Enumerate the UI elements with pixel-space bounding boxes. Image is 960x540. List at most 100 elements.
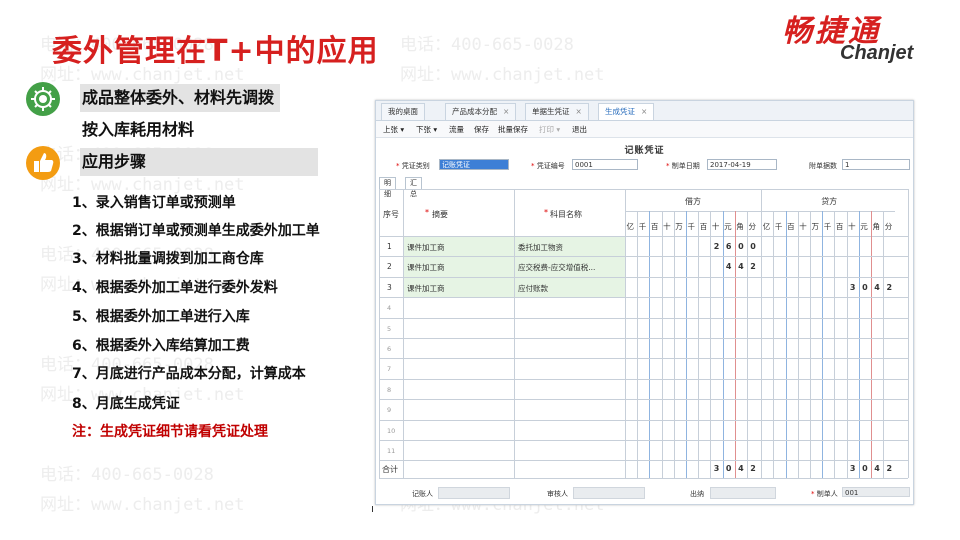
make-date-label: * 制单日期 xyxy=(666,162,700,170)
grid-line xyxy=(379,236,908,237)
debit-digit: 0 xyxy=(750,242,756,251)
close-icon[interactable]: × xyxy=(576,107,582,116)
digit-unit-label: 千 xyxy=(823,222,832,231)
step-item: 3、材料批量调拨到加工商仓库 xyxy=(72,251,264,267)
row-number: 7 xyxy=(387,365,392,374)
voucher-type-label: * 凭证类别 xyxy=(396,162,430,170)
chanjet-logo: 畅捷通 Chanjet xyxy=(782,6,942,66)
grid-line xyxy=(379,440,908,441)
close-icon[interactable]: × xyxy=(503,107,509,116)
digit-column-line xyxy=(822,211,824,479)
row-account[interactable]: 应交税费-应交增值税... xyxy=(518,262,595,273)
tab-doc-voucher[interactable]: 单据生凭证 × xyxy=(525,103,589,120)
save-button[interactable]: 保存 xyxy=(474,124,489,135)
voucher-type-select[interactable]: 记账凭证 xyxy=(439,159,509,170)
digit-column-line xyxy=(722,211,724,479)
flow-button[interactable]: 流量 xyxy=(449,124,464,135)
bookkeeper-field xyxy=(438,487,510,499)
row-summary[interactable]: 课件加工商 xyxy=(407,262,445,273)
close-icon[interactable]: × xyxy=(641,107,647,116)
watermark-text: 网址：www.chanjet.net xyxy=(40,495,245,515)
digit-unit-label: 万 xyxy=(675,222,683,231)
total-debit-digit: 4 xyxy=(738,464,744,474)
row-summary[interactable]: 课件加工商 xyxy=(407,283,445,294)
logo-en: Chanjet xyxy=(840,42,914,64)
row-account[interactable]: 应付账款 xyxy=(518,283,548,294)
digit-column-line xyxy=(785,211,787,479)
bullet-material: 按入库耗用材料 xyxy=(82,120,195,139)
text-cursor xyxy=(372,506,373,512)
watermark-text: 电话：400-665-0028 xyxy=(40,465,214,485)
grid-line xyxy=(625,189,626,479)
total-debit-digit: 3 xyxy=(713,464,720,474)
header-seq: 序号 xyxy=(383,210,399,219)
grid-line xyxy=(379,189,908,190)
grid-line xyxy=(379,460,908,462)
auditor-field xyxy=(573,487,645,499)
credit-digit: 4 xyxy=(874,282,880,292)
digit-column-line xyxy=(858,211,860,479)
digit-column-line xyxy=(637,211,639,479)
required-mark: * xyxy=(544,208,548,217)
batch-save-button[interactable]: 批量保存 xyxy=(498,124,528,135)
digit-unit-label: 亿 xyxy=(762,222,771,231)
row-number: 9 xyxy=(387,406,392,415)
bookkeeper-label: 记账人 xyxy=(412,490,433,498)
digit-column-line xyxy=(846,211,848,479)
digit-unit-label: 千 xyxy=(638,222,647,231)
digit-unit-label: 百 xyxy=(835,222,844,231)
digit-unit-label: 角 xyxy=(736,222,744,231)
step-item: 8、月底生成凭证 xyxy=(72,396,180,412)
digit-unit-label: 角 xyxy=(872,222,881,231)
digit-unit-label: 百 xyxy=(787,222,795,231)
digit-column-line xyxy=(773,211,775,479)
row-summary[interactable]: 课件加工商 xyxy=(407,242,445,253)
total-credit-digit: 0 xyxy=(862,464,868,474)
digit-unit-label: 十 xyxy=(799,222,807,231)
digit-unit-label: 千 xyxy=(774,222,783,231)
total-debit-digit: 2 xyxy=(750,464,756,474)
debit-digit: 6 xyxy=(725,242,732,251)
thumbs-up-icon xyxy=(26,146,60,180)
step-item: 6、根据委外入库结算加工费 xyxy=(72,338,250,354)
row-number: 2 xyxy=(387,262,392,272)
grid-line xyxy=(379,276,908,278)
digit-column-line xyxy=(710,211,712,479)
digit-column-line xyxy=(797,211,799,479)
tab-cost-allocation[interactable]: 产品成本分配 × xyxy=(445,103,517,120)
row-number: 5 xyxy=(387,324,392,333)
voucher-no-input[interactable]: 0001 xyxy=(572,159,638,170)
digit-column-line xyxy=(734,211,736,479)
tab-generate-voucher[interactable]: 生成凭证 × xyxy=(598,103,655,120)
step-item: 4、根据委外加工单进行委外发料 xyxy=(72,280,278,296)
digit-unit-label: 十 xyxy=(663,222,671,231)
next-button[interactable]: 下张 ▾ xyxy=(416,124,437,135)
row-number: 1 xyxy=(387,242,392,251)
attach-count-label: 附单据数 xyxy=(809,162,837,170)
print-button[interactable]: 打印 ▾ xyxy=(539,124,560,135)
digit-unit-label: 十 xyxy=(711,222,720,231)
step-item: 7、月底进行产品成本分配，计算成本 xyxy=(72,366,306,382)
digit-column-line xyxy=(810,211,811,479)
header-credit: 贷方 xyxy=(821,197,838,206)
maker-field: 001 xyxy=(842,487,910,497)
digit-unit-label: 分 xyxy=(748,222,757,231)
digit-column-line xyxy=(698,211,700,479)
digit-unit-label: 百 xyxy=(650,222,659,231)
debit-digit: 2 xyxy=(750,262,756,272)
row-number: 8 xyxy=(387,385,392,394)
total-credit-digit: 3 xyxy=(849,464,856,474)
row-account[interactable]: 委托加工物资 xyxy=(518,242,563,253)
debit-digit: 2 xyxy=(713,242,720,251)
tab-desktop[interactable]: 我的桌面 xyxy=(381,103,425,120)
attach-count-input[interactable]: 1 xyxy=(842,159,910,170)
make-date-input[interactable]: 2017-04-19 xyxy=(707,159,777,170)
required-mark: * xyxy=(425,208,429,217)
digit-column-line xyxy=(649,211,651,479)
digit-column-line xyxy=(661,211,663,479)
exit-button[interactable]: 退出 xyxy=(572,124,587,135)
page-title: 委外管理在T+中的应用 xyxy=(52,34,379,69)
header-account: 科目名称 xyxy=(550,210,582,219)
grid-line xyxy=(379,256,908,258)
prev-button[interactable]: 上张 ▾ xyxy=(383,124,404,135)
